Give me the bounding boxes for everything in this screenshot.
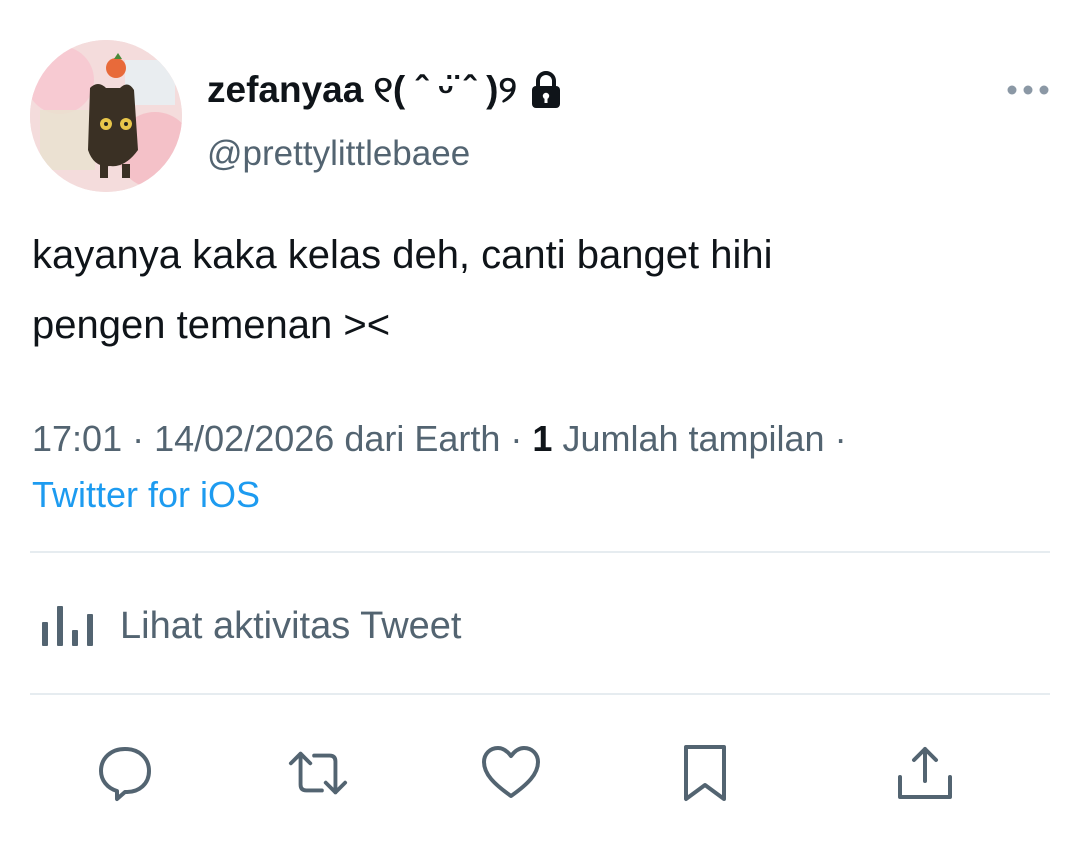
- retweet-icon: [288, 751, 348, 795]
- tweet-text-line-2: pengen temenan ><: [32, 303, 391, 347]
- bookmark-icon: [684, 745, 726, 801]
- share-button[interactable]: [894, 742, 956, 804]
- avatar[interactable]: [30, 40, 182, 192]
- display-name-row[interactable]: zefanyaa ୧( ˆ ᵕ̈ ˆ )୨: [207, 60, 563, 120]
- reply-button[interactable]: [94, 742, 156, 804]
- tweet-location: dari Earth: [344, 418, 501, 459]
- display-name[interactable]: zefanyaa ୧( ˆ ᵕ̈ ˆ )୨: [207, 69, 517, 112]
- divider: [30, 693, 1050, 695]
- share-icon: [898, 747, 952, 799]
- more-horizontal-icon: [1007, 85, 1049, 95]
- reply-icon: [99, 747, 151, 801]
- view-tweet-activity-label: Lihat aktivitas Tweet: [120, 604, 462, 647]
- tweet-text-line-1: kayanya kaka kelas deh, canti banget hih…: [32, 233, 773, 277]
- meta-separator: ·: [510, 418, 533, 459]
- avatar-image: [30, 40, 182, 192]
- tweet-source-row: Twitter for iOS: [32, 466, 1042, 524]
- meta-separator: ·: [132, 418, 155, 459]
- tweet-source-link[interactable]: Twitter for iOS: [32, 474, 260, 515]
- user-handle[interactable]: @prettylittlebaee: [207, 134, 470, 174]
- tweet-date[interactable]: 14/02/2026: [154, 418, 334, 459]
- bar-chart-icon: [42, 606, 93, 646]
- tweet-time[interactable]: 17:01: [32, 418, 122, 459]
- tweet-meta: 17:01 · 14/02/2026 dari Earth · 1 Jumlah…: [32, 410, 1042, 468]
- views-count[interactable]: 1: [532, 418, 552, 459]
- retweet-button[interactable]: [287, 742, 349, 804]
- tweet-text: kayanya kaka kelas deh, canti banget hih…: [32, 220, 1042, 360]
- more-options-button[interactable]: [1004, 78, 1052, 102]
- bookmark-button[interactable]: [674, 742, 736, 804]
- divider: [30, 551, 1050, 553]
- like-button[interactable]: [480, 742, 542, 804]
- views-label[interactable]: Jumlah tampilan: [562, 418, 824, 459]
- meta-separator: ·: [834, 418, 847, 459]
- view-tweet-activity-button[interactable]: Lihat aktivitas Tweet: [40, 596, 461, 656]
- lock-icon: [529, 70, 563, 110]
- heart-icon: [482, 746, 540, 798]
